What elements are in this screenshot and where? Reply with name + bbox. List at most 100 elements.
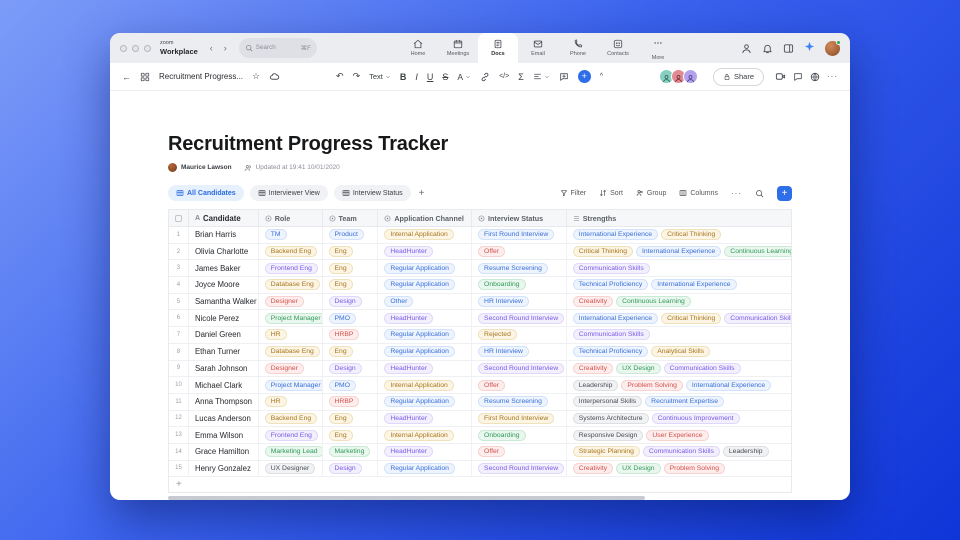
- select-all-checkbox[interactable]: [169, 210, 189, 226]
- strengths-cell[interactable]: Technical ProficiencyInternational Exper…: [567, 277, 791, 293]
- share-button[interactable]: Share: [713, 68, 764, 86]
- tag[interactable]: Onboarding: [478, 279, 526, 290]
- strengths-cell[interactable]: Communication Skills: [567, 260, 791, 276]
- bold-button[interactable]: B: [400, 72, 407, 82]
- table-row[interactable]: 3James BakerFrontend EngEngRegular Appli…: [169, 260, 791, 277]
- column-header-strengths[interactable]: Strengths: [567, 210, 791, 226]
- tag[interactable]: PMO: [329, 380, 356, 391]
- tag[interactable]: Frontend Eng: [265, 263, 318, 274]
- tag[interactable]: International Experience: [651, 279, 736, 290]
- role-cell[interactable]: HR: [259, 327, 323, 343]
- tag[interactable]: Designer: [265, 296, 304, 307]
- status-cell[interactable]: Second Round Interview: [472, 361, 567, 377]
- apps-grid-icon[interactable]: [140, 72, 150, 82]
- search-input[interactable]: Search ⌘F: [239, 38, 317, 58]
- tag[interactable]: Continuous Learning: [724, 246, 791, 257]
- role-cell[interactable]: Backend Eng: [259, 244, 323, 260]
- tag[interactable]: Resume Screening: [478, 396, 548, 407]
- table-row[interactable]: 6Nicole PerezProject ManagerPMOHeadHunte…: [169, 310, 791, 327]
- table-row[interactable]: 1Brian HarrisTMProductInternal Applicati…: [169, 227, 791, 244]
- tag[interactable]: Design: [329, 363, 362, 374]
- user-avatar[interactable]: [825, 41, 840, 56]
- tag[interactable]: Backend Eng: [265, 413, 317, 424]
- tag[interactable]: Systems Architecture: [573, 413, 649, 424]
- add-record-button[interactable]: +: [777, 186, 792, 201]
- strengths-cell[interactable]: Responsive DesignUser Experience: [567, 427, 791, 443]
- team-cell[interactable]: Eng: [323, 260, 379, 276]
- table-row[interactable]: 9Sarah JohnsonDesignerDesignHeadHunterSe…: [169, 361, 791, 378]
- tag[interactable]: HR Interview: [478, 346, 529, 357]
- table-search-icon[interactable]: [755, 189, 764, 198]
- candidate-cell[interactable]: Lucas Anderson: [189, 411, 259, 427]
- italic-button[interactable]: I: [415, 72, 418, 82]
- tag[interactable]: Regular Application: [384, 279, 455, 290]
- channel-cell[interactable]: Regular Application: [378, 394, 472, 410]
- channel-cell[interactable]: HeadHunter: [378, 244, 472, 260]
- tag[interactable]: Regular Application: [384, 329, 455, 340]
- tag[interactable]: International Experience: [686, 380, 771, 391]
- status-cell[interactable]: First Round Interview: [472, 227, 567, 243]
- status-cell[interactable]: Offer: [472, 444, 567, 460]
- status-cell[interactable]: Onboarding: [472, 427, 567, 443]
- tag[interactable]: Internal Application: [384, 430, 453, 441]
- role-cell[interactable]: Project Manager: [259, 377, 323, 393]
- formula-button[interactable]: Σ: [518, 72, 524, 82]
- tag[interactable]: Marketing: [329, 446, 371, 457]
- candidate-cell[interactable]: Anna Thompson: [189, 394, 259, 410]
- view-tab-interview-status[interactable]: Interview Status: [334, 185, 411, 201]
- tab-home[interactable]: Home: [398, 33, 438, 63]
- tag[interactable]: Eng: [329, 279, 353, 290]
- channel-cell[interactable]: Regular Application: [378, 327, 472, 343]
- role-cell[interactable]: Frontend Eng: [259, 427, 323, 443]
- channel-cell[interactable]: HeadHunter: [378, 411, 472, 427]
- collaborator-avatars[interactable]: [659, 69, 698, 84]
- tag[interactable]: Continuous Improvement: [652, 413, 740, 424]
- candidate-cell[interactable]: James Baker: [189, 260, 259, 276]
- tag[interactable]: HeadHunter: [384, 446, 433, 457]
- minimize-window-button[interactable]: [132, 45, 139, 52]
- channel-cell[interactable]: Regular Application: [378, 344, 472, 360]
- tag[interactable]: Database Eng: [265, 279, 320, 290]
- tag[interactable]: Eng: [329, 346, 353, 357]
- table-row[interactable]: 7Daniel GreenHRHRBPRegular ApplicationRe…: [169, 327, 791, 344]
- tag[interactable]: Offer: [478, 446, 505, 457]
- column-header-role[interactable]: Role: [259, 210, 323, 226]
- nav-forward-button[interactable]: ›: [224, 43, 227, 53]
- tag[interactable]: Product: [329, 229, 364, 240]
- tag[interactable]: Regular Application: [384, 346, 455, 357]
- columns-button[interactable]: Columns: [679, 189, 718, 197]
- channel-cell[interactable]: HeadHunter: [378, 361, 472, 377]
- tag[interactable]: Interpersonal Skills: [573, 396, 642, 407]
- filter-button[interactable]: Filter: [560, 189, 587, 197]
- table-row[interactable]: 11Anna ThompsonHRHRBPRegular Application…: [169, 394, 791, 411]
- team-cell[interactable]: HRBP: [323, 327, 379, 343]
- tab-meetings[interactable]: Meetings: [438, 33, 478, 63]
- strengths-cell[interactable]: CreativityUX DesignCommunication Skills: [567, 361, 791, 377]
- role-cell[interactable]: TM: [259, 227, 323, 243]
- tag[interactable]: Creativity: [573, 463, 613, 474]
- column-header-team[interactable]: Team: [323, 210, 379, 226]
- underline-button[interactable]: U: [427, 72, 434, 82]
- tag[interactable]: International Experience: [573, 229, 658, 240]
- table-row[interactable]: 13Emma WilsonFrontend EngEngInternal App…: [169, 427, 791, 444]
- tag[interactable]: HR: [265, 329, 287, 340]
- view-tab-interviewer-view[interactable]: Interviewer View: [250, 185, 328, 201]
- tag[interactable]: UX Design: [616, 363, 661, 374]
- channel-cell[interactable]: HeadHunter: [378, 444, 472, 460]
- role-cell[interactable]: Backend Eng: [259, 411, 323, 427]
- tag[interactable]: User Experience: [646, 430, 708, 441]
- team-cell[interactable]: Marketing: [323, 444, 379, 460]
- strengths-cell[interactable]: Strategic PlanningCommunication SkillsLe…: [567, 444, 791, 460]
- team-cell[interactable]: Design: [323, 294, 379, 310]
- strengths-cell[interactable]: LeadershipProblem SolvingInternational E…: [567, 377, 791, 393]
- tag[interactable]: Responsive Design: [573, 430, 644, 441]
- collapse-toolbar-button[interactable]: ^: [600, 73, 603, 80]
- tag[interactable]: HR Interview: [478, 296, 529, 307]
- tag[interactable]: HRBP: [329, 329, 360, 340]
- status-cell[interactable]: Onboarding: [472, 277, 567, 293]
- candidate-cell[interactable]: Sarah Johnson: [189, 361, 259, 377]
- tag[interactable]: Eng: [329, 246, 353, 257]
- table-row[interactable]: 14Grace HamiltonMarketing LeadMarketingH…: [169, 444, 791, 461]
- tag[interactable]: Eng: [329, 430, 353, 441]
- channel-cell[interactable]: Internal Application: [378, 377, 472, 393]
